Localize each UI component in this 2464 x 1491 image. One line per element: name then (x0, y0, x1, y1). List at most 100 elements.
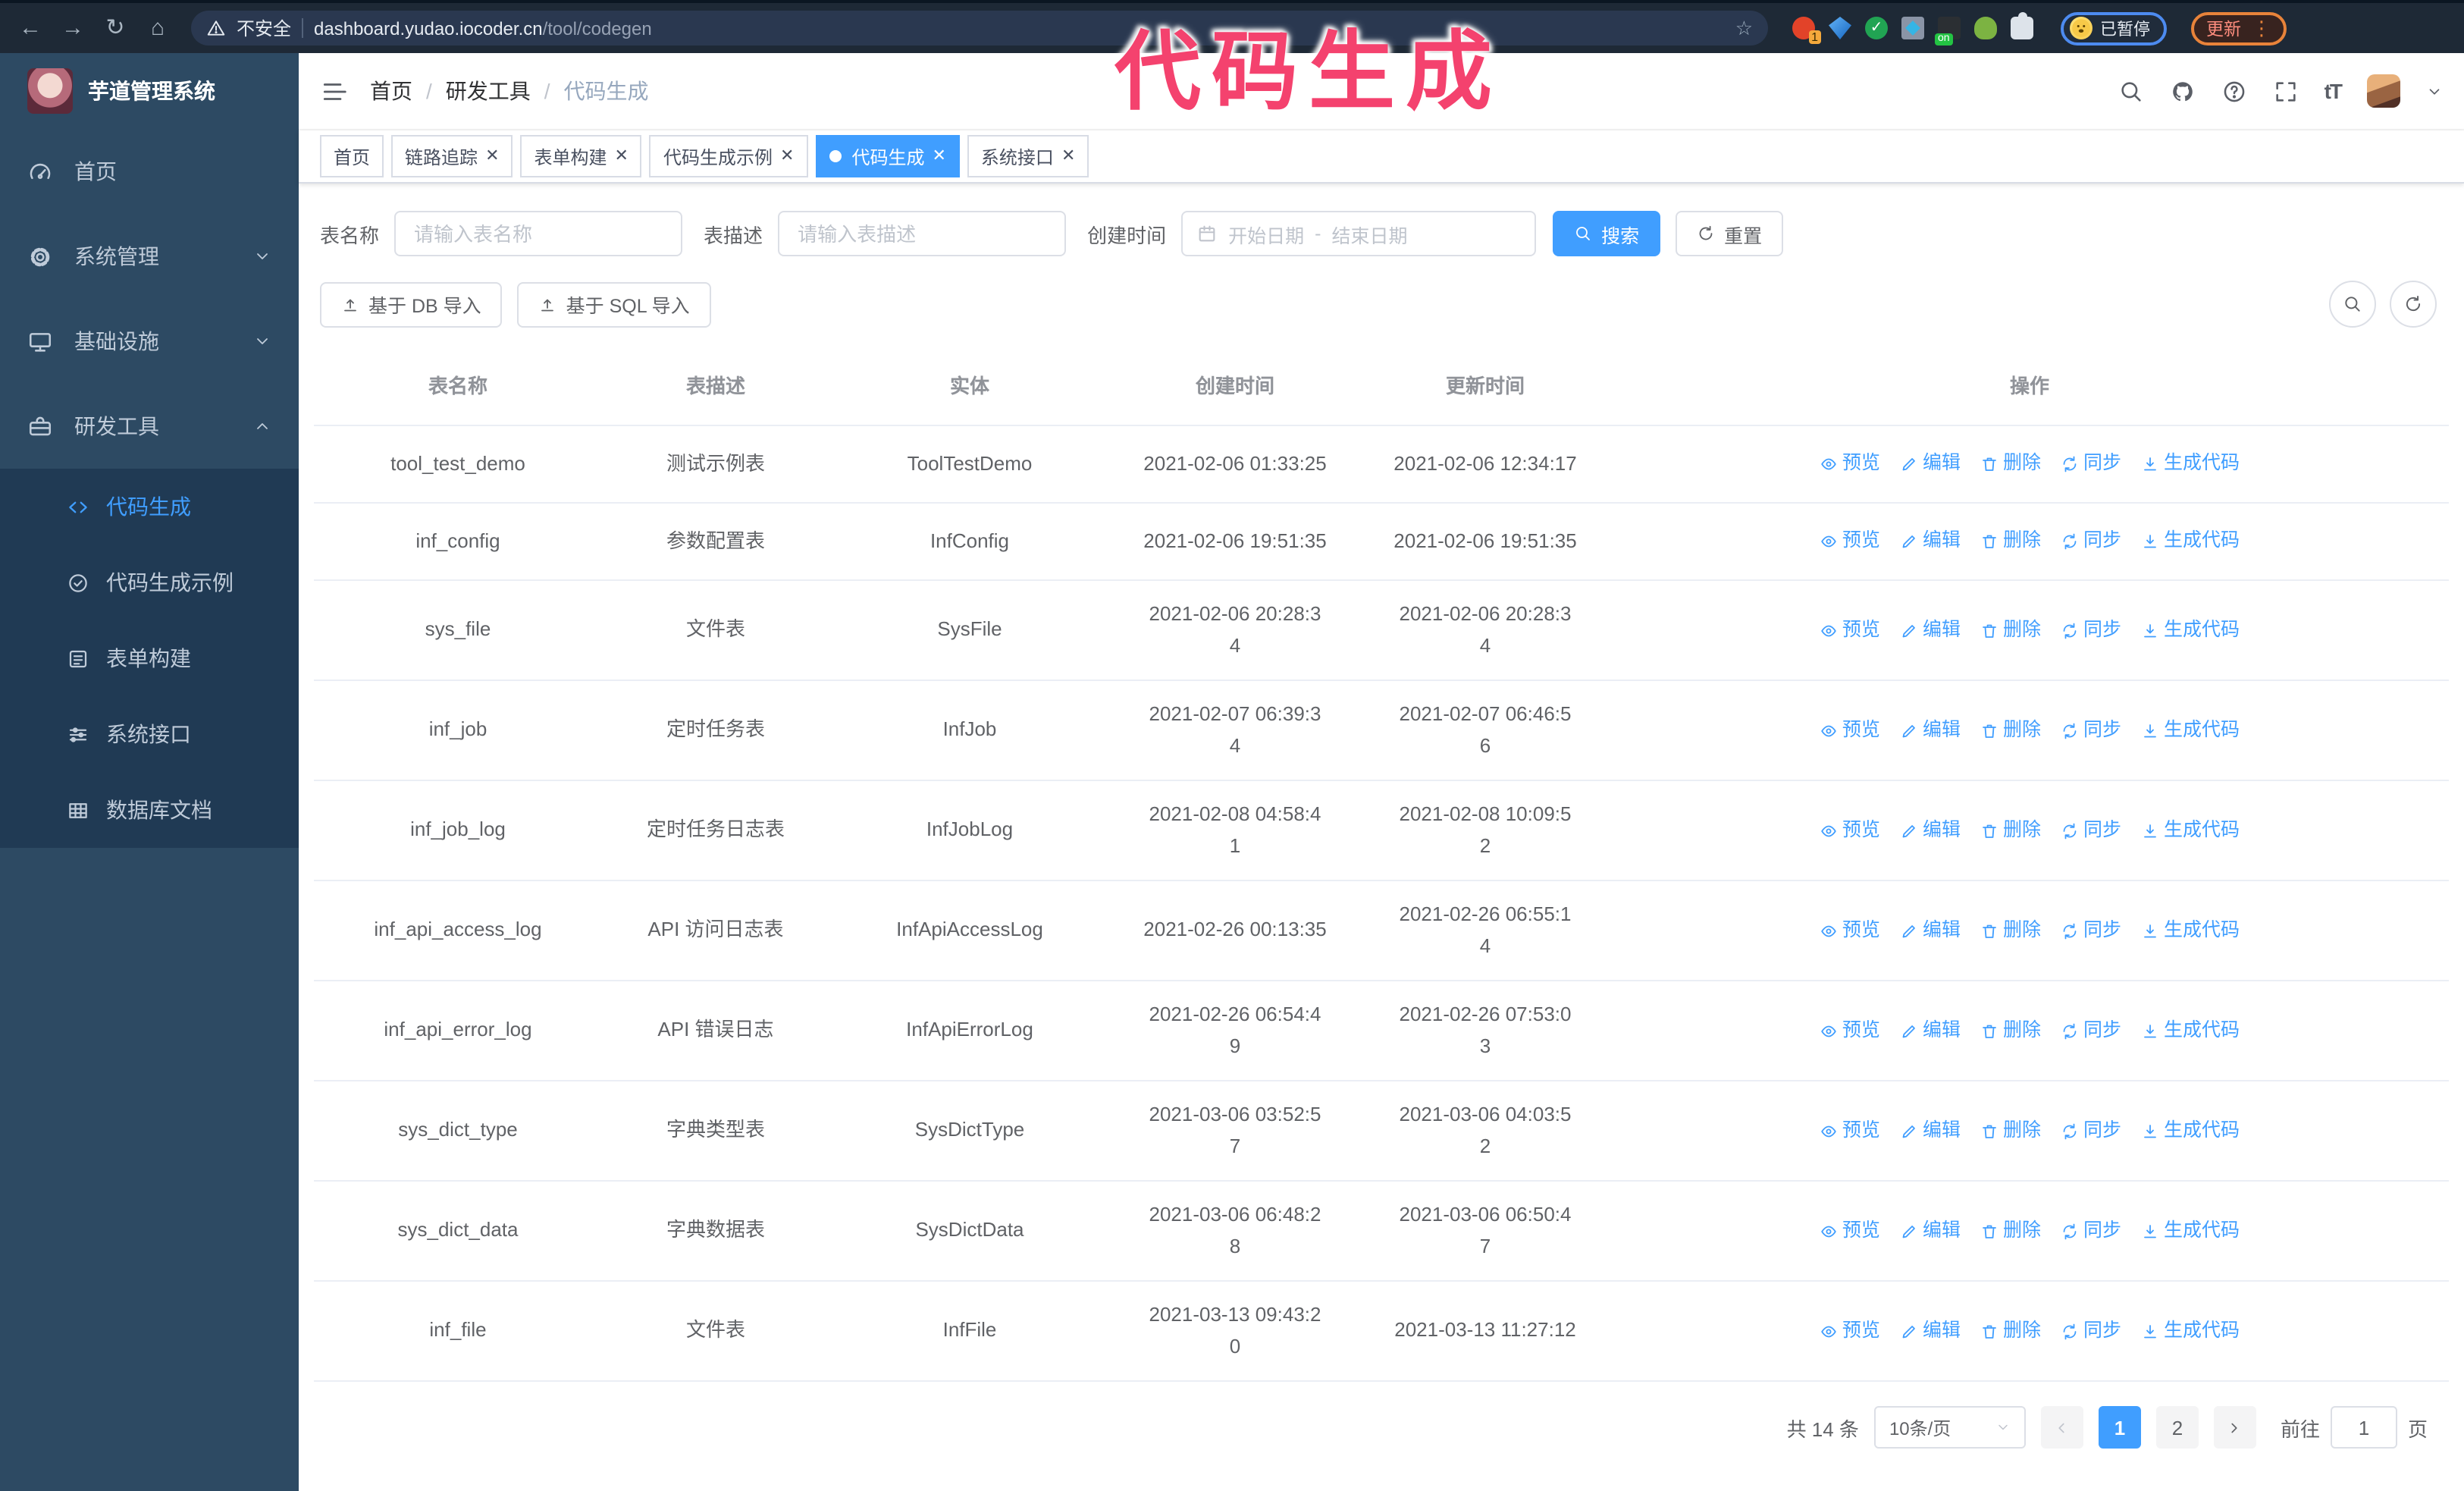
refresh-table-button[interactable] (2390, 281, 2437, 328)
delete-link[interactable]: 删除 (1980, 450, 2041, 479)
goto-page-input[interactable] (2330, 1406, 2397, 1449)
help-icon[interactable] (2221, 78, 2247, 104)
delete-link[interactable]: 删除 (1980, 1216, 2041, 1246)
view-tab[interactable]: 首页 (320, 135, 384, 177)
edit-link[interactable]: 编辑 (1900, 1216, 1961, 1246)
table-desc-input[interactable] (778, 211, 1067, 256)
sync-link[interactable]: 同步 (2061, 716, 2121, 746)
sync-link[interactable]: 同步 (2061, 1116, 2121, 1146)
address-bar[interactable]: 不安全 dashboard.yudao.iocoder.cn/tool/code… (191, 11, 1768, 46)
bookmark-star-icon[interactable]: ☆ (1735, 16, 1753, 40)
toggle-search-button[interactable] (2329, 281, 2376, 328)
edit-link[interactable]: 编辑 (1900, 916, 1961, 946)
sync-link[interactable]: 同步 (2061, 1016, 2121, 1046)
extension-icon-gem[interactable] (1829, 17, 1851, 39)
tab-close-icon[interactable]: ✕ (780, 147, 794, 165)
tab-close-icon[interactable]: ✕ (615, 147, 629, 165)
browser-update-button[interactable]: 更新 ⋮ (2191, 11, 2287, 45)
sidebar-item-system-api[interactable]: 系统接口 (0, 696, 299, 772)
preview-link[interactable]: 预览 (1820, 916, 1880, 946)
date-range-picker[interactable]: 开始日期 - 结束日期 (1181, 211, 1537, 256)
edit-link[interactable]: 编辑 (1900, 1317, 1961, 1346)
page-size-select[interactable]: 10条/页 (1873, 1406, 2026, 1449)
edit-link[interactable]: 编辑 (1900, 450, 1961, 479)
delete-link[interactable]: 删除 (1980, 916, 2041, 946)
generate-code-link[interactable]: 生成代码 (2141, 1116, 2240, 1146)
user-menu-caret-icon[interactable] (2426, 83, 2443, 99)
preview-link[interactable]: 预览 (1820, 1216, 1880, 1246)
sidebar-logo-row[interactable]: 芋道管理系统 (0, 53, 299, 129)
page-button-1[interactable]: 1 (2098, 1406, 2141, 1449)
browser-reload-icon[interactable]: ↻ (100, 17, 130, 39)
sidebar-item-infrastructure[interactable]: 基础设施 (0, 299, 299, 384)
preview-link[interactable]: 预览 (1820, 1317, 1880, 1346)
extensions-puzzle-icon[interactable] (2011, 12, 2033, 39)
edit-link[interactable]: 编辑 (1900, 616, 1961, 645)
delete-link[interactable]: 删除 (1980, 1016, 2041, 1046)
sidebar-item-form-builder[interactable]: 表单构建 (0, 620, 299, 696)
github-icon[interactable] (2170, 78, 2196, 104)
edit-link[interactable]: 编辑 (1900, 527, 1961, 557)
extension-icon-green[interactable] (1974, 17, 1997, 39)
delete-link[interactable]: 删除 (1980, 716, 2041, 746)
font-size-icon[interactable]: tT (2324, 79, 2343, 103)
tab-close-icon[interactable]: ✕ (932, 147, 945, 165)
view-tab[interactable]: 系统接口 ✕ (967, 135, 1089, 177)
extension-icon-check[interactable]: ✓ (1865, 17, 1888, 39)
table-name-input[interactable] (394, 211, 683, 256)
edit-link[interactable]: 编辑 (1900, 716, 1961, 746)
generate-code-link[interactable]: 生成代码 (2141, 616, 2240, 645)
browser-home-icon[interactable]: ⌂ (143, 17, 173, 39)
preview-link[interactable]: 预览 (1820, 616, 1880, 645)
search-button[interactable]: 搜索 (1553, 211, 1661, 256)
generate-code-link[interactable]: 生成代码 (2141, 1016, 2240, 1046)
sidebar-item-codegen-example[interactable]: 代码生成示例 (0, 545, 299, 620)
page-button-2[interactable]: 2 (2155, 1406, 2199, 1449)
preview-link[interactable]: 预览 (1820, 816, 1880, 846)
generate-code-link[interactable]: 生成代码 (2141, 716, 2240, 746)
fullscreen-icon[interactable] (2273, 78, 2299, 104)
sync-link[interactable]: 同步 (2061, 916, 2121, 946)
generate-code-link[interactable]: 生成代码 (2141, 816, 2240, 846)
avatar[interactable] (2367, 74, 2400, 108)
prev-page-button[interactable] (2040, 1406, 2083, 1449)
delete-link[interactable]: 删除 (1980, 816, 2041, 846)
search-icon[interactable] (2118, 78, 2144, 104)
sidebar-item-system-management[interactable]: 系统管理 (0, 214, 299, 299)
preview-link[interactable]: 预览 (1820, 1116, 1880, 1146)
preview-link[interactable]: 预览 (1820, 527, 1880, 557)
generate-code-link[interactable]: 生成代码 (2141, 450, 2240, 479)
sync-link[interactable]: 同步 (2061, 616, 2121, 645)
sidebar-item-code-generation[interactable]: 代码生成 (0, 469, 299, 545)
sidebar-item-dev-tools[interactable]: 研发工具 (0, 384, 299, 469)
sync-link[interactable]: 同步 (2061, 1216, 2121, 1246)
sync-link[interactable]: 同步 (2061, 527, 2121, 557)
delete-link[interactable]: 删除 (1980, 1317, 2041, 1346)
extension-icon-orange[interactable]: 1 (1792, 17, 1821, 44)
browser-profile-button[interactable]: 已暂停 (2061, 11, 2167, 45)
import-sql-button[interactable]: 基于 SQL 导入 (517, 281, 711, 327)
next-page-button[interactable] (2213, 1406, 2256, 1449)
view-tab[interactable]: 代码生成 ✕ (815, 135, 960, 177)
preview-link[interactable]: 预览 (1820, 716, 1880, 746)
preview-link[interactable]: 预览 (1820, 1016, 1880, 1046)
generate-code-link[interactable]: 生成代码 (2141, 527, 2240, 557)
sync-link[interactable]: 同步 (2061, 816, 2121, 846)
edit-link[interactable]: 编辑 (1900, 1016, 1961, 1046)
delete-link[interactable]: 删除 (1980, 527, 2041, 557)
edit-link[interactable]: 编辑 (1900, 816, 1961, 846)
view-tab[interactable]: 链路追踪 ✕ (391, 135, 513, 177)
extension-icon-grid[interactable] (1901, 17, 1924, 39)
browser-menu-kebab-icon[interactable]: ⋮ (2252, 18, 2271, 38)
generate-code-link[interactable]: 生成代码 (2141, 916, 2240, 946)
browser-back-icon[interactable]: ← (15, 17, 45, 39)
delete-link[interactable]: 删除 (1980, 1116, 2041, 1146)
sidebar-item-db-docs[interactable]: 数据库文档 (0, 772, 299, 848)
extension-icon-switch[interactable]: on (1935, 17, 1961, 46)
generate-code-link[interactable]: 生成代码 (2141, 1317, 2240, 1346)
hamburger-icon[interactable] (320, 77, 349, 105)
breadcrumb-home[interactable]: 首页 (370, 76, 412, 106)
import-db-button[interactable]: 基于 DB 导入 (320, 281, 503, 327)
preview-link[interactable]: 预览 (1820, 450, 1880, 479)
sidebar-item-home[interactable]: 首页 (0, 129, 299, 214)
